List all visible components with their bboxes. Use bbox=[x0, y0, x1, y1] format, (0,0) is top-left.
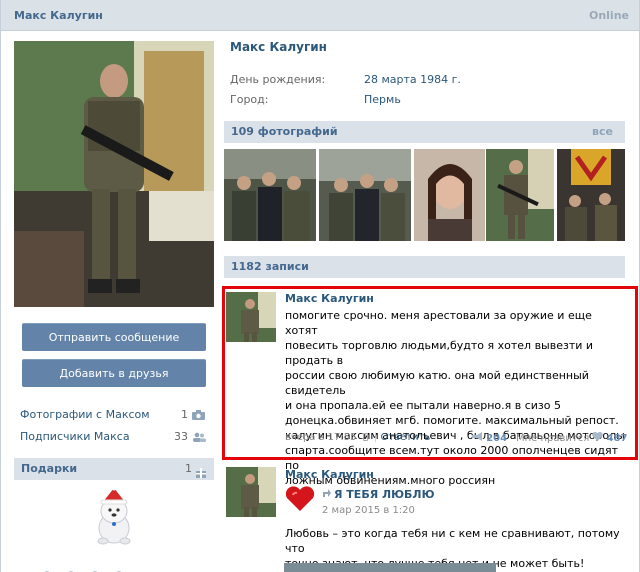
gift-icon bbox=[196, 464, 206, 478]
camera-icon bbox=[192, 410, 206, 420]
send-message-button[interactable]: Отправить сообщение bbox=[22, 323, 206, 351]
header-user-name[interactable]: Макс Калугин bbox=[14, 9, 103, 22]
photo-thumb[interactable] bbox=[319, 149, 411, 241]
post-meta: вчера в 17:55 | Ответить bbox=[285, 432, 431, 443]
gift-dog-image[interactable] bbox=[89, 485, 139, 546]
bottom-icon-row bbox=[41, 566, 161, 572]
profile-avatar[interactable] bbox=[14, 41, 214, 307]
profile-name: Макс Калугин bbox=[230, 40, 327, 54]
post-time[interactable]: вчера в 17:55 bbox=[285, 432, 357, 443]
birthday-label: День рождения: bbox=[230, 73, 326, 86]
photos-with-link[interactable]: Фотографии с Максом 1 bbox=[20, 408, 208, 424]
like-label: Мне нравится bbox=[516, 433, 590, 444]
online-status: Online bbox=[588, 9, 629, 22]
shared-date[interactable]: 2 мар 2015 в 1:20 bbox=[322, 505, 415, 516]
wall-title: 1182 записи bbox=[231, 260, 309, 273]
people-icon bbox=[192, 432, 206, 442]
post-image[interactable] bbox=[284, 563, 496, 572]
photo-thumb[interactable] bbox=[486, 149, 554, 241]
mobile-icon bbox=[362, 433, 368, 441]
post-author-name[interactable]: Макс Калугин bbox=[285, 292, 374, 305]
photos-section-header[interactable]: 109 фотографий все bbox=[224, 121, 625, 143]
photo-thumb[interactable] bbox=[414, 149, 485, 241]
like-count: 487 bbox=[606, 433, 628, 444]
profile-header: Макс Калугин Online bbox=[1, 0, 639, 31]
gifts-section-header[interactable]: Подарки 1 bbox=[14, 458, 214, 480]
photos-with-label: Фотографии с Максом bbox=[20, 408, 150, 421]
followers-link[interactable]: Подписчики Макса 33 bbox=[20, 430, 208, 446]
wall-section-header[interactable]: 1182 записи bbox=[224, 256, 625, 278]
post-author-avatar[interactable] bbox=[226, 292, 276, 342]
photo-strip bbox=[224, 149, 625, 241]
photos-all-link[interactable]: все bbox=[592, 121, 613, 143]
shared-title[interactable]: Я ТЕБЯ ЛЮБЛЮ bbox=[334, 488, 434, 501]
add-friend-button[interactable]: Добавить в друзья bbox=[22, 359, 206, 387]
photos-title: 109 фотографий bbox=[231, 125, 338, 138]
city-label: Город: bbox=[230, 93, 269, 106]
photos-with-count: 1 bbox=[181, 408, 188, 421]
megaphone-icon bbox=[472, 432, 486, 444]
post-author-avatar[interactable] bbox=[226, 467, 276, 517]
share-arrow-icon bbox=[322, 488, 332, 501]
profile-page: Макс Калугин Online Отправить сообщение … bbox=[0, 0, 640, 572]
heart-icon bbox=[592, 431, 606, 444]
shared-heart-icon bbox=[285, 486, 315, 515]
followers-count: 33 bbox=[174, 430, 188, 443]
photo-thumb[interactable] bbox=[557, 149, 625, 241]
gifts-count: 1 bbox=[185, 462, 192, 475]
post-text: помогите срочно. меня арестовали за оруж… bbox=[285, 309, 625, 487]
repost-button[interactable]: 204 bbox=[472, 432, 507, 444]
city-value[interactable]: Пермь bbox=[364, 93, 401, 106]
birthday-value[interactable]: 28 марта 1984 г. bbox=[364, 73, 461, 86]
post-author-name[interactable]: Макс Калугин bbox=[285, 468, 374, 481]
followers-label: Подписчики Макса bbox=[20, 430, 130, 443]
like-button[interactable]: Мне нравится 487 bbox=[516, 431, 628, 444]
repost-count: 204 bbox=[486, 433, 508, 444]
gifts-title: Подарки bbox=[21, 462, 78, 475]
reply-link[interactable]: Ответить bbox=[380, 432, 430, 443]
photo-thumb[interactable] bbox=[224, 149, 316, 241]
